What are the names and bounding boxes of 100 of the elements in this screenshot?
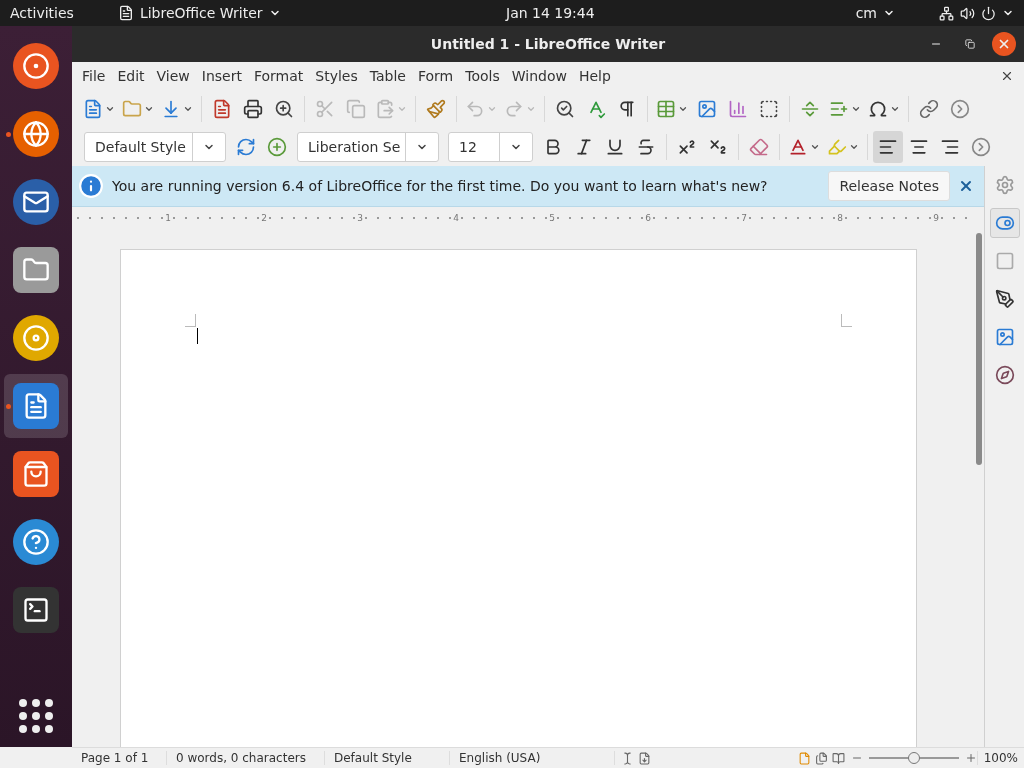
italic-icon: [574, 137, 594, 157]
page-style: Default Style: [325, 751, 450, 765]
folder-icon: [13, 247, 59, 293]
word-count: 0 words, 0 characters: [167, 751, 325, 765]
font-size-dropdown[interactable]: 12: [448, 132, 533, 162]
language: English (USA): [450, 751, 615, 765]
ruler-number: 1: [165, 213, 171, 223]
paintbrush-icon: [426, 99, 446, 119]
caret-icon: [144, 104, 154, 114]
page-icon: [994, 251, 1015, 271]
zoom-thumb[interactable]: [907, 752, 920, 764]
caret-icon: [890, 104, 900, 114]
subscript-icon: [708, 137, 728, 157]
menu-item[interactable]: Format: [247, 68, 310, 84]
running-dot: [6, 404, 11, 409]
link-icon: [919, 99, 939, 119]
caret-icon: [487, 104, 497, 114]
menu-item[interactable]: Window: [505, 68, 573, 84]
caret-icon: [849, 142, 859, 152]
running-dot: [6, 132, 11, 137]
folder-icon: [122, 99, 142, 119]
power-icon: [981, 5, 996, 21]
download-arrow-icon: [161, 99, 181, 119]
scissors-icon: [315, 99, 335, 119]
menu-item[interactable]: View: [150, 68, 196, 84]
redo-icon: [504, 99, 524, 119]
underline-icon: [605, 137, 625, 157]
magnifier-icon: [274, 99, 294, 119]
clipboard-icon: [375, 99, 395, 119]
menu-item[interactable]: Insert: [195, 68, 248, 84]
align-left-button[interactable]: [873, 131, 903, 163]
caret-icon: [183, 104, 193, 114]
list-plus-icon: [829, 99, 849, 119]
paragraph-style-dropdown[interactable]: Default Style: [84, 132, 226, 162]
input-source-menu[interactable]: cm: [855, 5, 895, 21]
dock-item[interactable]: [4, 374, 68, 438]
search-icon: [555, 99, 575, 119]
menu-item[interactable]: Tools: [459, 68, 506, 84]
menu-item[interactable]: Styles: [309, 68, 364, 84]
system-menu[interactable]: [939, 5, 1014, 21]
clock[interactable]: Jan 14 19:44: [506, 5, 595, 21]
caret-icon: [810, 142, 820, 152]
info-icon: [78, 173, 104, 199]
zoom-in-icon[interactable]: [964, 752, 977, 764]
save-status-icon: [638, 751, 651, 765]
close-button[interactable]: [992, 32, 1016, 56]
menu-item[interactable]: Edit: [111, 68, 151, 84]
undo-icon: [465, 99, 485, 119]
help-icon: [13, 519, 59, 565]
align-right-icon: [940, 137, 960, 157]
caret-icon: [678, 104, 688, 114]
document-icon: [212, 99, 232, 119]
multi-page-icon[interactable]: [814, 751, 828, 765]
zoom-percentage: 100%: [976, 751, 1024, 765]
close-icon: [997, 37, 1011, 51]
caret-icon: [397, 104, 407, 114]
text-cursor-icon: [621, 751, 634, 765]
window-title: Untitled 1 - LibreOffice Writer: [430, 36, 666, 52]
bar-chart-icon: [728, 99, 748, 119]
app-menu[interactable]: LibreOffice Writer: [117, 5, 281, 21]
menu-item[interactable]: File: [76, 68, 112, 84]
align-center-icon: [909, 137, 929, 157]
separator-icon: [800, 99, 820, 119]
pilcrow-icon: [617, 99, 637, 119]
printer-icon: [243, 99, 263, 119]
shopping-bag-icon: [13, 451, 59, 497]
menu-item[interactable]: Help: [572, 68, 617, 84]
caret-icon: [851, 104, 861, 114]
toggle-icon: [994, 213, 1015, 233]
volume-icon: [960, 5, 975, 21]
settings-icon: [994, 175, 1015, 195]
image-icon: [697, 99, 717, 119]
restore-icon: [965, 39, 975, 49]
document-icon: [13, 383, 59, 429]
book-view-icon[interactable]: [831, 751, 845, 765]
activities-button[interactable]: Activities: [10, 5, 74, 21]
ruler-number: 4: [453, 213, 459, 223]
release-notes-button[interactable]: Release Notes: [828, 171, 950, 201]
chevrons-icon: [950, 99, 970, 119]
document-icon: [117, 5, 134, 21]
globe-icon: [13, 111, 59, 157]
superscript-icon: [677, 137, 697, 157]
close-button[interactable]: [958, 178, 974, 194]
ruler-number: 5: [549, 213, 555, 223]
menu-item[interactable]: Table: [363, 68, 412, 84]
plus-icon: [267, 137, 287, 157]
omega-icon: [868, 99, 888, 119]
menu-item[interactable]: Form: [411, 68, 460, 84]
highlighter-icon: [827, 137, 847, 157]
scrollbar-thumb[interactable]: [976, 233, 982, 465]
circle-logo-icon: [13, 43, 59, 89]
ruler-number: 2: [261, 213, 267, 223]
close-document-button[interactable]: [1000, 69, 1014, 83]
image-icon: [994, 327, 1015, 347]
ruler-number: 9: [933, 213, 939, 223]
app-grid-icon[interactable]: [19, 699, 53, 733]
mail-icon: [13, 179, 59, 225]
font-name-dropdown[interactable]: Liberation Se: [297, 132, 439, 162]
styles-icon: [994, 289, 1015, 309]
ruler-number: 7: [741, 213, 747, 223]
